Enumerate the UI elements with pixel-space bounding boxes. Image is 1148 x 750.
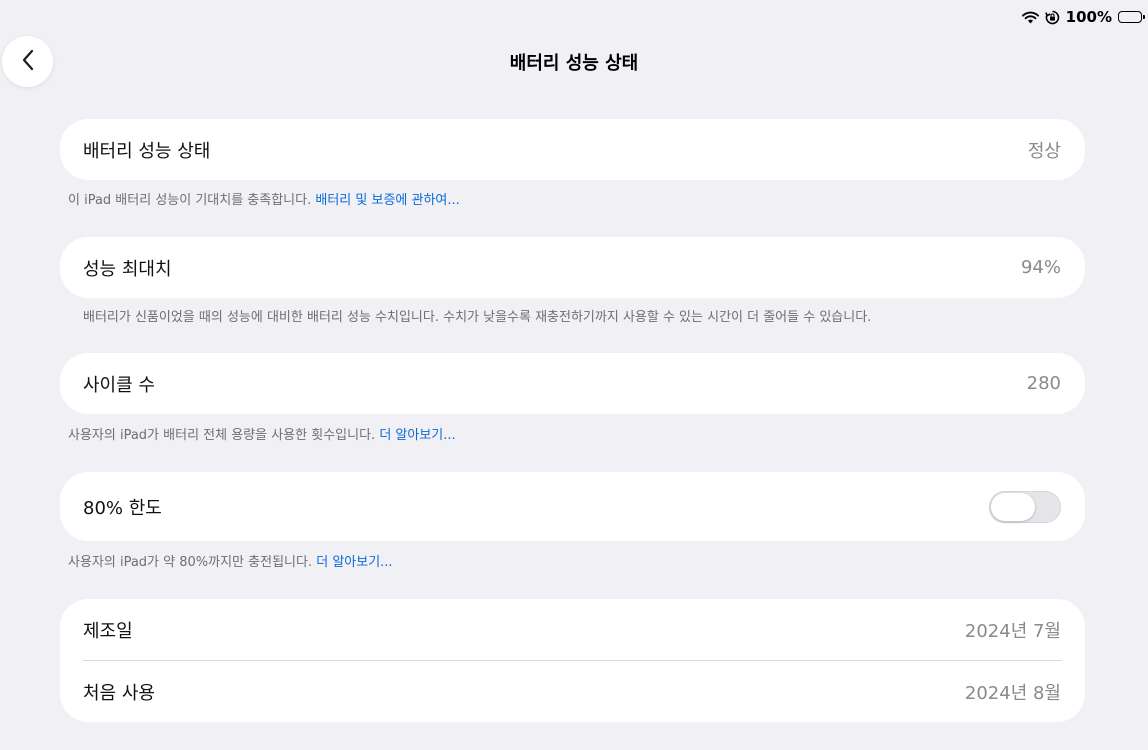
limit-80-toggle[interactable] [989, 490, 1061, 523]
manufacture-date-row: 제조일 2024년 7월 [60, 599, 1085, 660]
max-capacity-footnote-text: 배터리가 신품이었을 때의 성능에 대비한 배터리 성능 수치입니다. 수치가 … [83, 310, 872, 325]
max-capacity-card: 성능 최대치 94% [60, 237, 1085, 298]
battery-health-label: 배터리 성능 상태 [83, 140, 211, 162]
wifi-icon [1021, 11, 1039, 24]
battery-health-footnote: 이 iPad 배터리 성능이 기대치를 충족합니다. 배터리 및 보증에 관하여… [68, 189, 460, 208]
battery-health-row: 배터리 성능 상태 정상 [60, 119, 1085, 180]
battery-health-footnote-text: 이 iPad 배터리 성능이 기대치를 충족합니다. [68, 193, 312, 208]
limit-80-learn-more-link[interactable]: 더 알아보기... [316, 555, 392, 570]
limit-80-card: 80% 한도 [60, 472, 1085, 541]
cycle-count-value: 280 [1026, 373, 1061, 394]
page-title: 배터리 성능 상태 [509, 53, 639, 74]
cycle-count-row: 사이클 수 280 [60, 353, 1085, 414]
cycle-count-learn-more-link[interactable]: 더 알아보기... [379, 428, 455, 443]
first-use-row: 처음 사용 2024년 8월 [60, 661, 1085, 722]
manufacture-date-label: 제조일 [83, 620, 133, 642]
battery-health-value: 정상 [1027, 140, 1061, 162]
orientation-lock-icon [1044, 10, 1060, 25]
first-use-label: 처음 사용 [83, 682, 155, 704]
limit-80-label: 80% 한도 [83, 497, 162, 519]
battery-warranty-link[interactable]: 배터리 및 보증에 관하여... [315, 193, 459, 208]
battery-full-icon [1118, 11, 1145, 23]
dates-card: 제조일 2024년 7월 처음 사용 2024년 8월 [60, 599, 1085, 722]
cycle-count-footnote: 사용자의 iPad가 배터리 전체 용량을 사용한 횟수입니다. 더 알아보기.… [68, 424, 456, 443]
max-capacity-footnote: 배터리가 신품이었을 때의 성능에 대비한 배터리 성능 수치입니다. 수치가 … [83, 306, 871, 325]
battery-percent: 100% [1065, 8, 1112, 26]
cycle-count-label: 사이클 수 [83, 374, 155, 396]
cycle-count-footnote-text: 사용자의 iPad가 배터리 전체 용량을 사용한 횟수입니다. [68, 428, 376, 443]
toggle-knob [991, 492, 1035, 521]
max-capacity-value: 94% [1020, 257, 1061, 278]
manufacture-date-value: 2024년 7월 [964, 620, 1061, 642]
max-capacity-row: 성능 최대치 94% [60, 237, 1085, 298]
max-capacity-label: 성능 최대치 [83, 258, 172, 280]
battery-health-card: 배터리 성능 상태 정상 [60, 119, 1085, 180]
limit-80-footnote: 사용자의 iPad가 약 80%까지만 충전됩니다. 더 알아보기... [68, 551, 393, 570]
status-bar: 100% [1021, 8, 1145, 26]
cycle-count-card: 사이클 수 280 [60, 353, 1085, 414]
limit-80-footnote-text: 사용자의 iPad가 약 80%까지만 충전됩니다. [68, 555, 313, 570]
first-use-value: 2024년 8월 [964, 682, 1061, 704]
limit-80-row: 80% 한도 [60, 472, 1085, 541]
